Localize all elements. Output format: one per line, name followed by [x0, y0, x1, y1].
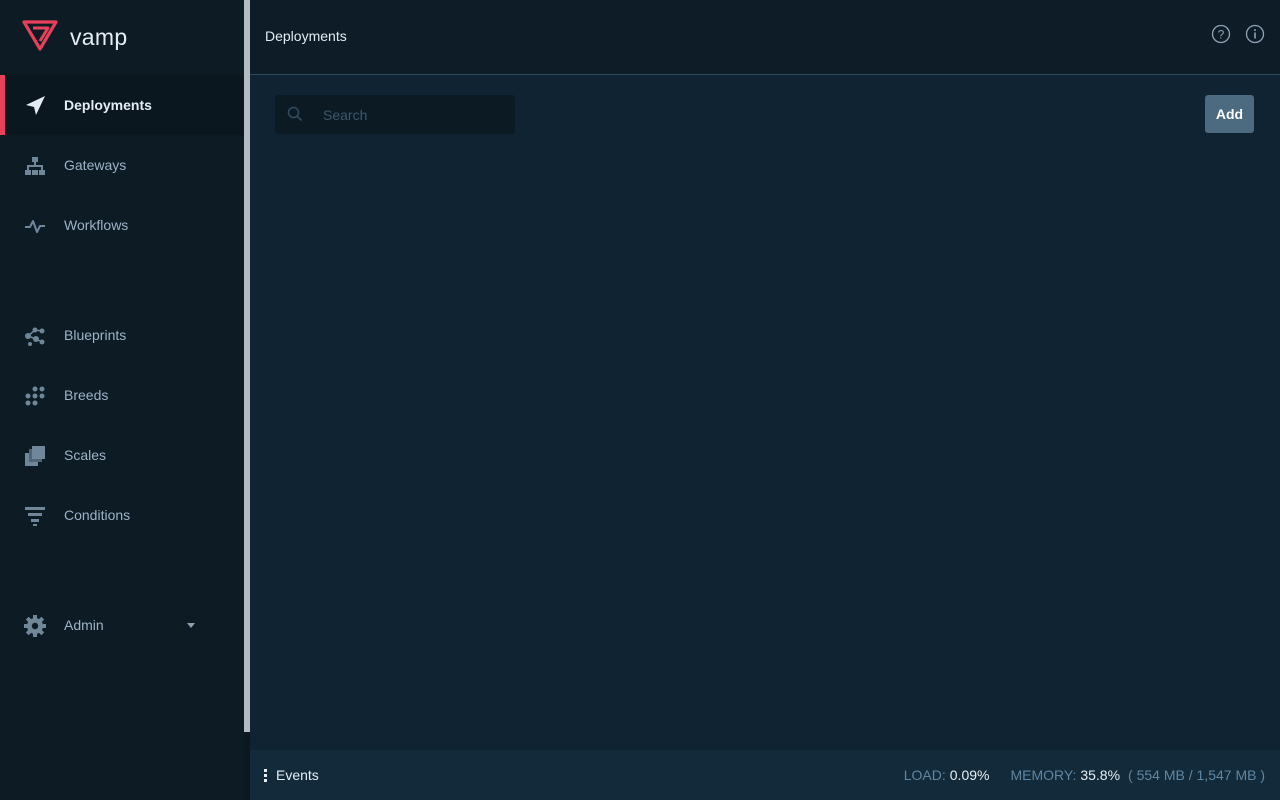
sidebar-item-gateways[interactable]: Gateways	[0, 135, 244, 195]
memory-value: 35.8%	[1080, 767, 1121, 783]
sidebar-item-conditions[interactable]: Conditions	[0, 485, 244, 545]
sidebar-item-label: Scales	[64, 447, 107, 463]
sidebar-item-admin[interactable]: Admin	[0, 595, 244, 655]
sidebar-item-label: Admin	[64, 617, 104, 633]
memory-label: MEMORY:	[1010, 767, 1077, 783]
sidebar-item-deployments[interactable]: Deployments	[0, 75, 244, 135]
system-stats: LOAD: 0.09% MEMORY: 35.8% ( 554 MB / 1,5…	[904, 767, 1265, 783]
sidebar-item-breeds[interactable]: Breeds	[0, 365, 244, 425]
page-title: Deployments	[265, 28, 347, 44]
pulse-icon	[24, 215, 46, 237]
info-icon[interactable]	[1245, 24, 1265, 44]
sidebar: vamp Deployments Gateways Workflows Blue…	[0, 0, 244, 800]
sitemap-icon	[24, 155, 46, 177]
sidebar-item-label: Breeds	[64, 387, 109, 403]
svg-text:?: ?	[1218, 28, 1225, 42]
help-icon[interactable]: ?	[1211, 24, 1231, 44]
brand-name: vamp	[70, 23, 128, 50]
sidebar-item-scales[interactable]: Scales	[0, 425, 244, 485]
gear-icon	[24, 615, 46, 637]
memory-detail: ( 554 MB / 1,547 MB )	[1128, 767, 1265, 783]
add-button[interactable]: Add	[1205, 95, 1254, 133]
active-indicator	[0, 75, 5, 135]
sidebar-item-label: Blueprints	[64, 327, 127, 343]
chevron-down-icon[interactable]	[187, 623, 195, 628]
load-label: LOAD:	[903, 767, 946, 783]
load-value: 0.09%	[949, 767, 990, 783]
layers-icon	[24, 445, 46, 467]
main-content: Add	[250, 75, 1280, 750]
sidebar-item-label: Gateways	[64, 157, 127, 173]
filter-icon	[24, 505, 46, 527]
status-bar: Events LOAD: 0.09% MEMORY: 35.8% ( 554 M…	[250, 750, 1280, 800]
sidebar-item-label: Conditions	[64, 507, 131, 523]
header: Deployments ?	[250, 0, 1280, 75]
search-box[interactable]	[275, 95, 515, 134]
events-label: Events	[276, 767, 319, 783]
sidebar-item-workflows[interactable]: Workflows	[0, 195, 244, 255]
blueprint-icon	[24, 325, 46, 347]
grid-dots-icon	[24, 385, 46, 407]
search-input[interactable]	[323, 95, 503, 134]
paper-plane-icon	[24, 95, 46, 117]
brand[interactable]: vamp	[22, 19, 128, 56]
sidebar-item-label: Deployments	[64, 97, 152, 113]
events-toggle[interactable]: Events	[264, 767, 319, 783]
search-icon	[287, 106, 303, 122]
sidebar-item-blueprints[interactable]: Blueprints	[0, 305, 244, 365]
vertical-dots-icon	[264, 768, 268, 782]
sidebar-item-label: Workflows	[64, 217, 129, 233]
vamp-logo-icon	[22, 19, 58, 56]
